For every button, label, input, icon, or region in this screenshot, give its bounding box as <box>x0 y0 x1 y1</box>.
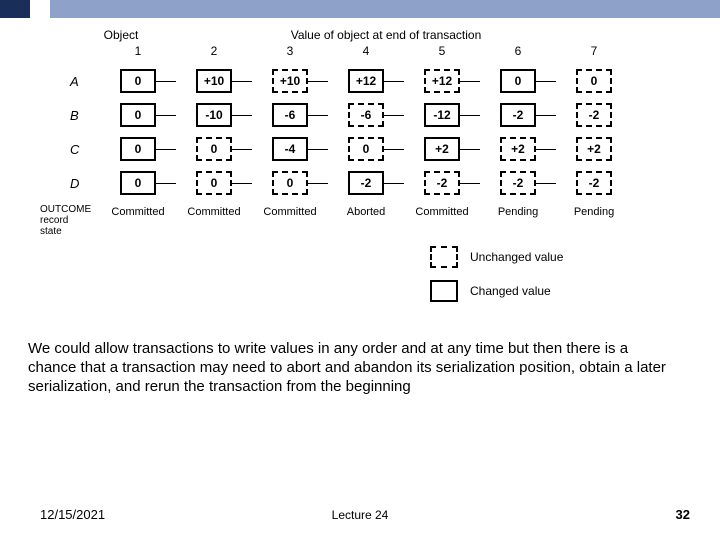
unchanged-value-box: +2 <box>576 137 612 161</box>
changed-value-box: +10 <box>196 69 232 93</box>
column-number: 4 <box>328 44 404 58</box>
changed-value-box: 0 <box>500 69 536 93</box>
column-number: 2 <box>176 44 252 58</box>
body-paragraph: We could allow transactions to write val… <box>28 340 680 396</box>
connector-line <box>384 149 404 150</box>
connector-line <box>232 183 252 184</box>
connector-line <box>460 149 480 150</box>
unchanged-value-box: 0 <box>196 171 232 195</box>
connector-line <box>384 115 404 116</box>
slide-accent-bar <box>0 0 720 18</box>
connector-line <box>308 149 328 150</box>
changed-value-box: 0 <box>120 103 156 127</box>
column-number: 1 <box>100 44 176 58</box>
connector-line <box>384 81 404 82</box>
connector-line <box>232 115 252 116</box>
value-cell: 0 <box>556 69 632 93</box>
connector-line <box>308 115 328 116</box>
legend-changed-box <box>430 280 458 302</box>
outcome-state: Aborted <box>328 206 404 218</box>
connector-line <box>384 183 404 184</box>
changed-value-box: -10 <box>196 103 232 127</box>
changed-value-box: 0 <box>120 137 156 161</box>
footer-date: 12/15/2021 <box>40 507 105 522</box>
data-row: D 0 0 0 -2 -2 -2 -2 <box>70 166 670 200</box>
outcome-state: Committed <box>176 206 252 218</box>
unchanged-value-box: +2 <box>500 137 536 161</box>
changed-value-box: 0 <box>120 171 156 195</box>
row-label: A <box>70 74 100 89</box>
changed-value-box: +2 <box>424 137 460 161</box>
changed-value-box: -4 <box>272 137 308 161</box>
connector-line <box>536 149 556 150</box>
footer-page-number: 32 <box>676 507 690 522</box>
outcome-record-state-label: OUTCOME record state <box>40 204 98 237</box>
row-label: B <box>70 108 100 123</box>
outcome-state: Committed <box>100 206 176 218</box>
outcome-state: Pending <box>480 206 556 218</box>
unchanged-value-box: -2 <box>576 103 612 127</box>
connector-line <box>536 115 556 116</box>
changed-value-box: -2 <box>348 171 384 195</box>
connector-line <box>232 149 252 150</box>
connector-line <box>156 115 176 116</box>
value-header: Value of object at end of transaction <box>142 28 630 42</box>
changed-value-box: -6 <box>272 103 308 127</box>
slide-footer: 12/15/2021 Lecture 24 32 <box>0 507 720 522</box>
column-number: 7 <box>556 44 632 58</box>
unchanged-value-box: -2 <box>424 171 460 195</box>
connector-line <box>308 81 328 82</box>
unchanged-value-box: 0 <box>348 137 384 161</box>
value-cell: -2 <box>556 103 632 127</box>
legend: Unchanged value Changed value <box>430 240 563 308</box>
changed-value-box: -12 <box>424 103 460 127</box>
object-header: Object <box>100 28 142 42</box>
connector-line <box>156 183 176 184</box>
unchanged-value-box: +10 <box>272 69 308 93</box>
data-row: A 0 +10 +10 +12 +12 0 0 <box>70 64 670 98</box>
transaction-diagram: Object Value of object at end of transac… <box>70 28 670 218</box>
legend-unchanged-label: Unchanged value <box>470 250 563 264</box>
connector-line <box>536 81 556 82</box>
unchanged-value-box: -2 <box>500 171 536 195</box>
outcome-state: Pending <box>556 206 632 218</box>
unchanged-value-box: 0 <box>576 69 612 93</box>
unchanged-value-box: 0 <box>196 137 232 161</box>
value-cell: -2 <box>556 171 632 195</box>
value-cell: +2 <box>556 137 632 161</box>
column-number: 5 <box>404 44 480 58</box>
changed-value-box: -2 <box>500 103 536 127</box>
unchanged-value-box: 0 <box>272 171 308 195</box>
connector-line <box>460 183 480 184</box>
connector-line <box>460 115 480 116</box>
connector-line <box>460 81 480 82</box>
row-label: D <box>70 176 100 191</box>
changed-value-box: +12 <box>348 69 384 93</box>
row-label: C <box>70 142 100 157</box>
data-row: B 0 -10 -6 -6 -12 -2 -2 <box>70 98 670 132</box>
legend-changed-label: Changed value <box>470 284 551 298</box>
column-number: 3 <box>252 44 328 58</box>
changed-value-box: 0 <box>120 69 156 93</box>
connector-line <box>308 183 328 184</box>
column-number: 6 <box>480 44 556 58</box>
connector-line <box>536 183 556 184</box>
connector-line <box>156 149 176 150</box>
unchanged-value-box: -2 <box>576 171 612 195</box>
connector-line <box>156 81 176 82</box>
outcome-state: Committed <box>404 206 480 218</box>
footer-lecture: Lecture 24 <box>332 508 389 522</box>
unchanged-value-box: -6 <box>348 103 384 127</box>
legend-unchanged-box <box>430 246 458 268</box>
unchanged-value-box: +12 <box>424 69 460 93</box>
connector-line <box>232 81 252 82</box>
outcome-state: Committed <box>252 206 328 218</box>
data-row: C 0 0 -4 0 +2 +2 +2 <box>70 132 670 166</box>
